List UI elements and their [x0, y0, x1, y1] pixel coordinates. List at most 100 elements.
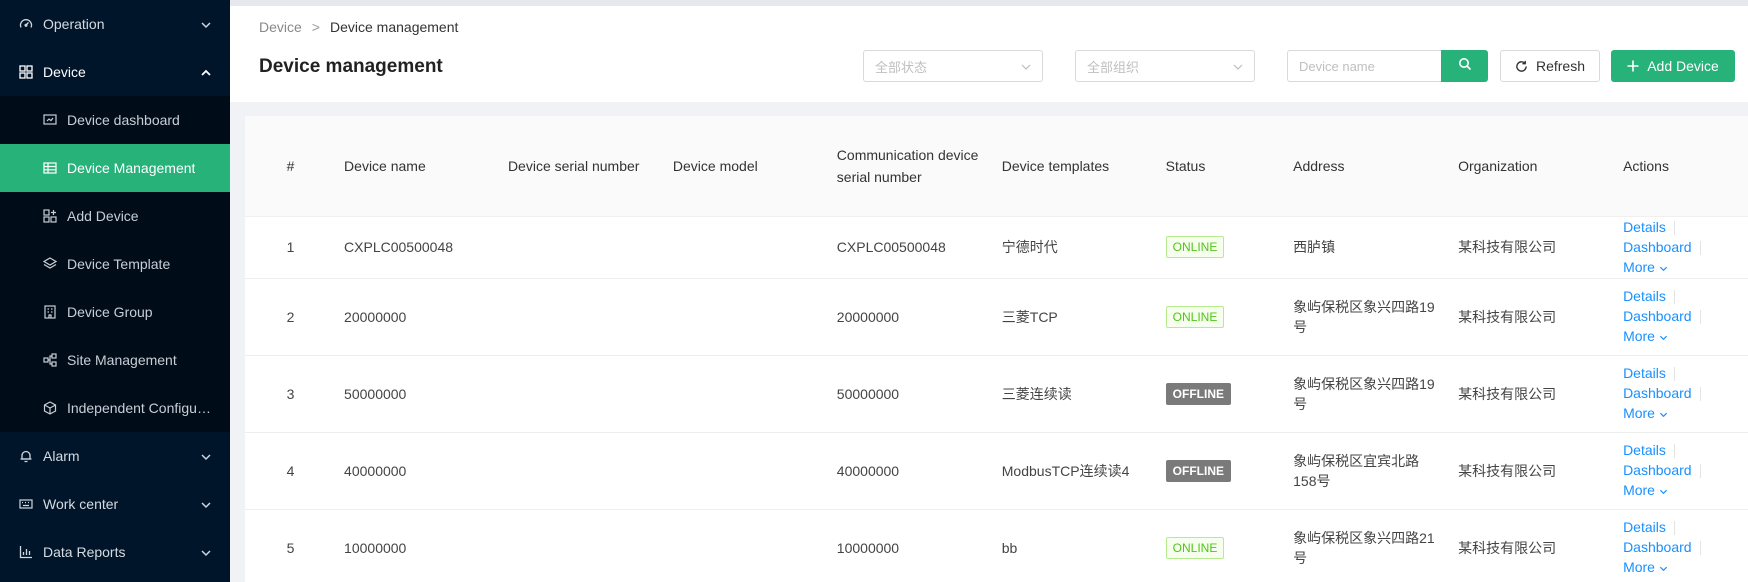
add-grid-icon — [42, 208, 58, 224]
cell-device-model — [664, 509, 829, 582]
dashboard-link[interactable]: Dashboard — [1623, 308, 1692, 324]
column-header-index: # — [245, 116, 337, 217]
cell-serial-number — [499, 509, 665, 582]
sidebar-item-label: Device Template — [67, 256, 171, 272]
nodes-icon — [42, 352, 58, 368]
device-submenu: Device dashboard Device Management Add D… — [0, 96, 230, 432]
cell-template: ModbusTCP连续读4 — [993, 432, 1158, 510]
sidebar-item-work-center[interactable]: Work center — [0, 480, 230, 528]
cell-device-name: 40000000 — [336, 432, 500, 510]
status-select[interactable]: 全部状态 — [863, 50, 1043, 82]
refresh-button[interactable]: Refresh — [1500, 50, 1600, 82]
sidebar-item-label: Device Group — [67, 304, 153, 320]
cell-organization: 某科技有限公司 — [1450, 509, 1616, 582]
sidebar-item-label: Work center — [43, 496, 119, 512]
plus-icon — [1627, 60, 1639, 72]
sidebar-item-device[interactable]: Device — [0, 48, 230, 96]
more-dropdown[interactable]: More — [1623, 405, 1668, 421]
cell-serial-number — [499, 432, 665, 510]
more-dropdown[interactable]: More — [1623, 559, 1668, 575]
sidebar-item-device-management[interactable]: Device Management — [0, 144, 230, 192]
grid-icon — [18, 64, 34, 80]
device-table: # Device name Device serial number Devic… — [245, 116, 1748, 582]
page-header: Device > Device management Device manageme… — [230, 6, 1748, 102]
dashboard-link[interactable]: Dashboard — [1623, 462, 1692, 478]
dashboard-link[interactable]: Dashboard — [1623, 385, 1692, 401]
dashboard-link[interactable]: Dashboard — [1623, 539, 1692, 555]
search-button[interactable] — [1441, 50, 1488, 82]
add-device-button[interactable]: Add Device — [1611, 50, 1735, 82]
details-link[interactable]: Details — [1623, 365, 1666, 381]
table-row: 1 CXPLC00500048 CXPLC00500048 宁德时代 ONLIN… — [245, 216, 1748, 279]
column-header-serial-number: Device serial number — [499, 116, 665, 217]
column-header-device-name: Device name — [336, 116, 500, 217]
details-link[interactable]: Details — [1623, 519, 1666, 535]
cell-template: 宁德时代 — [993, 216, 1158, 279]
sidebar-item-device-group[interactable]: Device Group — [0, 288, 230, 336]
chevron-down-icon — [200, 498, 212, 510]
cell-address: 西胪镇 — [1285, 216, 1451, 279]
status-badge: ONLINE — [1165, 305, 1225, 328]
cell-template: 三菱连续读 — [993, 355, 1158, 433]
action-divider — [1673, 367, 1675, 382]
bell-icon — [18, 448, 34, 464]
cell-actions: Details Dashboard More — [1615, 509, 1748, 582]
sidebar-item-alarm[interactable]: Alarm — [0, 432, 230, 480]
details-link[interactable]: Details — [1623, 219, 1666, 235]
sidebar-item-independent-config[interactable]: Independent Configur... — [0, 384, 230, 432]
sidebar-item-device-template[interactable]: Device Template — [0, 240, 230, 288]
cell-organization: 某科技有限公司 — [1450, 216, 1616, 279]
cell-status: OFFLINE — [1157, 355, 1286, 433]
chevron-down-icon — [200, 18, 212, 30]
column-header-organization: Organization — [1450, 116, 1616, 217]
cell-actions: Details Dashboard More — [1615, 216, 1748, 279]
details-link[interactable]: Details — [1623, 288, 1666, 304]
more-dropdown[interactable]: More — [1623, 482, 1668, 498]
cell-comm-serial: 50000000 — [828, 355, 994, 433]
cell-actions: Details Dashboard More — [1615, 432, 1748, 510]
action-divider — [1699, 240, 1701, 255]
bar-chart-icon — [18, 544, 34, 560]
dashboard-link[interactable]: Dashboard — [1623, 239, 1692, 255]
sidebar-item-operation[interactable]: Operation — [0, 0, 230, 48]
chevron-down-icon — [1659, 558, 1668, 578]
status-badge: ONLINE — [1165, 236, 1225, 259]
cell-index: 4 — [245, 432, 337, 510]
monitor-chart-icon — [42, 112, 58, 128]
column-header-device-model: Device model — [664, 116, 829, 217]
chevron-down-icon — [1232, 61, 1244, 73]
cell-comm-serial: 40000000 — [828, 432, 994, 510]
chevron-down-icon — [1659, 258, 1668, 278]
action-divider — [1673, 290, 1675, 305]
cell-index: 1 — [245, 216, 337, 279]
more-dropdown[interactable]: More — [1623, 259, 1668, 275]
cell-serial-number — [499, 216, 665, 279]
cell-status: OFFLINE — [1157, 432, 1286, 510]
sidebar-item-add-device[interactable]: Add Device — [0, 192, 230, 240]
cell-device-name: 10000000 — [336, 509, 500, 582]
keyboard-icon — [18, 496, 34, 512]
column-header-status: Status — [1157, 116, 1286, 217]
table-row: 2 20000000 20000000 三菱TCP ONLINE 象屿保税区象兴… — [245, 278, 1748, 356]
device-name-search-input[interactable] — [1287, 50, 1441, 82]
cell-status: ONLINE — [1157, 216, 1286, 279]
table-row: 4 40000000 40000000 ModbusTCP连续读4 OFFLIN… — [245, 432, 1748, 510]
cell-device-name: 50000000 — [336, 355, 500, 433]
sidebar-item-device-dashboard[interactable]: Device dashboard — [0, 96, 230, 144]
breadcrumb-parent[interactable]: Device — [259, 19, 302, 35]
more-dropdown[interactable]: More — [1623, 328, 1668, 344]
page-title: Device management — [259, 56, 443, 77]
refresh-icon — [1515, 60, 1528, 73]
sidebar-item-site-management[interactable]: Site Management — [0, 336, 230, 384]
organization-select[interactable]: 全部组织 — [1075, 50, 1255, 82]
cell-actions: Details Dashboard More — [1615, 355, 1748, 433]
more-label: More — [1623, 482, 1655, 499]
refresh-label: Refresh — [1535, 58, 1586, 74]
cell-template: bb — [993, 509, 1158, 582]
sidebar-item-data-reports[interactable]: Data Reports — [0, 528, 230, 576]
action-divider — [1699, 541, 1701, 556]
cell-device-name: 20000000 — [336, 278, 500, 356]
action-divider — [1673, 220, 1675, 235]
more-label: More — [1623, 559, 1655, 576]
details-link[interactable]: Details — [1623, 442, 1666, 458]
